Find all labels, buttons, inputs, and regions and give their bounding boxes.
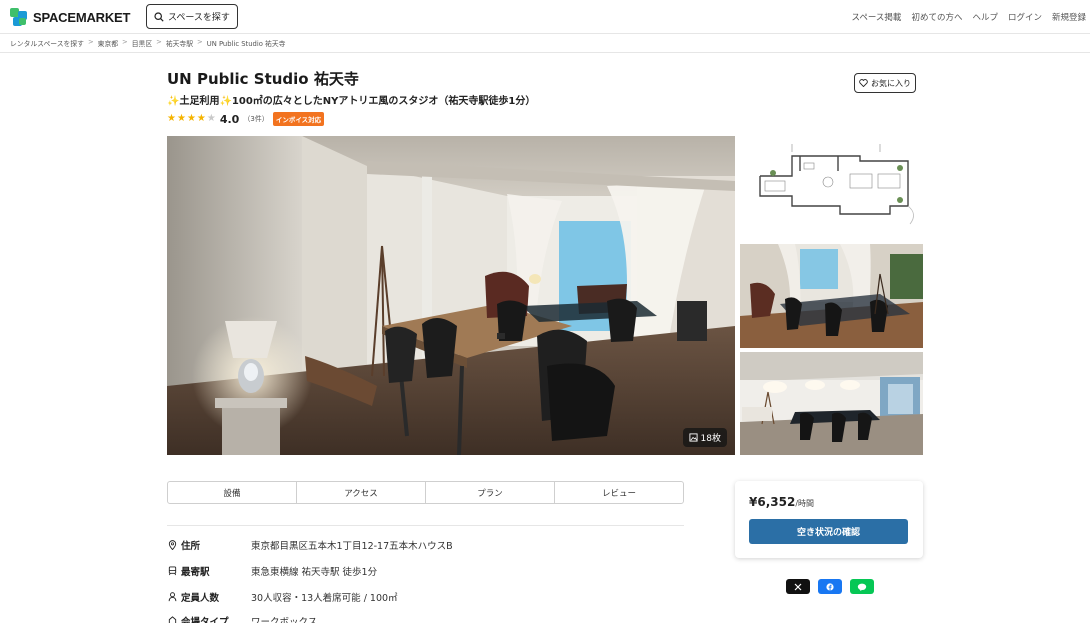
search-spaces-label: スペースを探す	[168, 13, 230, 23]
booking-card: ¥6,352/時間 空き状況の確認	[735, 481, 923, 558]
sparkle-icon: ✨	[219, 96, 232, 107]
share-x-button[interactable]	[786, 579, 810, 594]
tab-reviews[interactable]: レビュー	[555, 482, 683, 503]
breadcrumb-divider	[0, 52, 1090, 53]
breadcrumb-item-station[interactable]: 祐天寺駅	[166, 38, 193, 48]
info-value-capacity: 30人収容・13人着席可能 / 100㎡	[251, 593, 398, 604]
invoice-badge: インボイス対応	[272, 112, 325, 126]
subtitle-part-2: 100㎡の広々としたNYアトリエ風のスタジオ（祐天寺駅徒歩1分）	[231, 96, 536, 107]
breadcrumb: レンタルスペースを探す > 東京都 > 目黒区 > 祐天寺駅 > UN Publ…	[10, 38, 285, 48]
favorite-button[interactable]: お気に入り	[854, 73, 916, 93]
photos-icon	[688, 433, 698, 442]
rating-row: ★ ★ ★ ★ ★ 4.0 （3件） インボイス対応	[167, 112, 325, 126]
info-row-station: 最寄駅 東急東横線 祐天寺駅 徒歩1分	[167, 564, 377, 578]
tab-plans[interactable]: プラン	[426, 482, 555, 503]
logo-icon	[10, 8, 28, 26]
share-line-button[interactable]	[850, 579, 874, 594]
rating-stars: ★ ★ ★ ★ ★	[167, 114, 216, 124]
facebook-icon	[826, 582, 834, 591]
floor-plan-image	[740, 136, 923, 240]
building-icon	[167, 616, 177, 623]
info-value-venue-type: ワークボックス	[251, 617, 318, 623]
info-label-address: 住所	[181, 541, 201, 552]
nav-help[interactable]: ヘルプ	[972, 11, 998, 23]
line-icon	[857, 583, 867, 591]
station-icon	[167, 566, 177, 576]
sparkle-icon: ✨	[167, 96, 180, 107]
info-label-capacity: 定員人数	[181, 593, 220, 604]
price: ¥6,352/時間	[749, 495, 814, 509]
section-divider	[167, 525, 684, 526]
info-label-station: 最寄駅	[181, 567, 210, 578]
person-icon	[167, 592, 177, 602]
studio-photo-2	[740, 244, 923, 348]
price-amount: ¥6,352	[749, 495, 796, 509]
breadcrumb-separator: >	[156, 38, 162, 46]
thumbnail-floor-plan[interactable]	[740, 136, 923, 240]
info-label-venue-type: 会場タイプ	[181, 617, 229, 623]
info-row-address: 住所 東京都目黒区五本木1丁目12-17五本木ハウスB	[167, 538, 453, 552]
studio-photo-3	[740, 352, 923, 455]
x-icon	[794, 583, 802, 590]
nav-signup[interactable]: 新規登録	[1052, 11, 1086, 23]
favorite-label: お気に入り	[871, 78, 911, 88]
info-value-address: 東京都目黒区五本木1丁目12-17五本木ハウスB	[251, 541, 453, 552]
page-title: UN Public Studio 祐天寺	[167, 70, 359, 88]
check-availability-button[interactable]: 空き状況の確認	[749, 519, 908, 544]
studio-photo	[167, 136, 735, 455]
star-icon: ★	[196, 113, 206, 124]
breadcrumb-item-current: UN Public Studio 祐天寺	[206, 40, 286, 48]
nav-first-time[interactable]: 初めての方へ	[911, 11, 962, 23]
nav-login[interactable]: ログイン	[1008, 11, 1042, 23]
info-value-station: 東急東横線 祐天寺駅 徒歩1分	[251, 567, 378, 578]
photo-count-badge[interactable]: 18枚	[682, 428, 727, 447]
breadcrumb-item-tokyo[interactable]: 東京都	[98, 38, 118, 48]
thumbnail-photo-3[interactable]	[740, 352, 923, 455]
share-buttons	[786, 579, 874, 594]
star-icon: ★	[176, 113, 186, 124]
rating-value: 4.0	[219, 112, 240, 126]
breadcrumb-separator: >	[122, 38, 128, 46]
info-row-venue-type: 会場タイプ ワークボックス	[167, 614, 317, 623]
main-photo[interactable]: 18枚	[167, 136, 735, 455]
price-unit: /時間	[795, 499, 815, 508]
breadcrumb-item-meguro[interactable]: 目黒区	[132, 38, 152, 48]
breadcrumb-separator: >	[87, 38, 94, 46]
info-row-capacity: 定員人数 30人収容・13人着席可能 / 100㎡	[167, 590, 398, 604]
heart-icon	[859, 79, 868, 87]
thumbnail-photo-2[interactable]	[740, 244, 923, 348]
section-tabs: 設備 アクセス プラン レビュー	[167, 481, 684, 504]
review-count[interactable]: （3件）	[243, 114, 268, 124]
photo-count-label: 18枚	[700, 434, 721, 444]
search-spaces-button[interactable]: スペースを探す	[146, 4, 238, 29]
logo[interactable]: SPACEMARKET	[10, 8, 130, 26]
search-icon	[154, 11, 164, 22]
share-facebook-button[interactable]	[818, 579, 842, 594]
tab-equipment[interactable]: 設備	[168, 482, 297, 503]
subtitle-part-1: 土足利用	[179, 96, 220, 107]
tab-access[interactable]: アクセス	[297, 482, 426, 503]
nav-list-space[interactable]: スペース掲載	[851, 11, 901, 23]
star-icon: ★	[186, 113, 196, 124]
logo-text: SPACEMARKET	[33, 9, 131, 25]
star-icon: ★	[167, 113, 176, 124]
star-empty-icon: ★	[206, 113, 216, 124]
breadcrumb-separator: >	[197, 38, 203, 46]
site-header: SPACEMARKET スペースを探す スペース掲載 初めての方へ ヘルプ ログ…	[0, 0, 1090, 34]
location-pin-icon	[167, 540, 177, 550]
listing-subtitle: ✨土足利用✨100㎡の広々としたNYアトリエ風のスタジオ（祐天寺駅徒歩1分）	[167, 92, 535, 107]
header-nav: スペース掲載 初めての方へ ヘルプ ログイン 新規登録	[851, 11, 1086, 23]
breadcrumb-item-search[interactable]: レンタルスペースを探す	[10, 38, 84, 48]
